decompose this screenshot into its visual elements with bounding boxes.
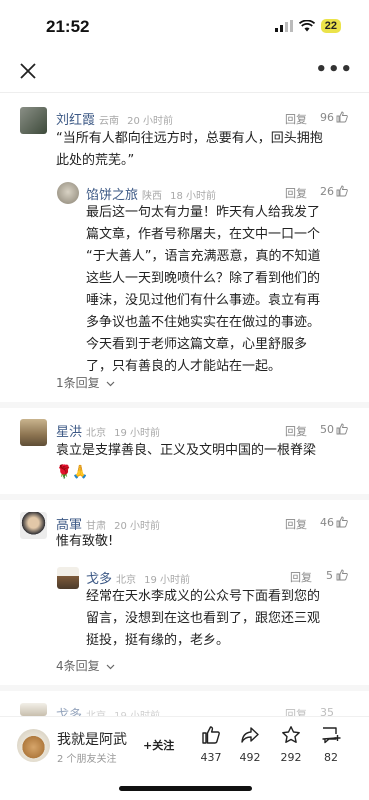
chevron-down-icon [107,664,115,669]
wifi-icon [298,20,315,32]
section-divider [0,494,369,500]
status-icons: 22 [274,19,341,33]
status-time: 21:52 [46,17,90,36]
like-count: 26 [320,185,334,198]
avatar[interactable] [20,512,47,539]
favorite-total: 292 [280,751,302,764]
battery-indicator: 22 [320,19,341,33]
reply-author[interactable]: 戈多 北京 19 小时前 [86,568,190,587]
top-divider [0,92,369,93]
thumbs-up-icon[interactable] [336,569,348,581]
like-count: 5 [326,569,333,582]
reply-button[interactable]: 回复 [285,516,307,532]
share-icon [241,727,259,743]
share-total: 492 [239,751,261,764]
author-avatar[interactable] [17,729,50,762]
share-action[interactable]: 492 [230,725,270,764]
reply-button[interactable]: 回复 [285,185,307,201]
comment-text: 惟有致敬! [56,534,114,549]
thumbs-up-icon [202,726,220,744]
more-options-button[interactable]: ••• [315,59,353,80]
reply-button[interactable]: 回复 [285,111,307,127]
avatar[interactable] [57,567,79,589]
section-divider [0,685,369,691]
chevron-down-icon [107,381,115,386]
thumbs-up-icon[interactable] [336,516,348,528]
expand-replies-button[interactable]: 1条回复 [56,374,115,391]
thumbs-up-icon[interactable] [336,111,348,123]
home-indicator[interactable] [119,786,252,791]
avatar[interactable] [20,107,47,134]
avatar[interactable] [20,419,47,446]
avatar[interactable] [57,182,79,204]
favorite-action[interactable]: 292 [271,725,311,764]
section-divider [0,402,369,408]
like-count: 46 [320,516,334,529]
reply-button[interactable]: 回复 [290,569,312,585]
author-followers: 2 个朋友关注 [57,754,117,765]
star-icon [282,726,300,743]
comment-author[interactable]: 刘红霞 云南 20 小时前 [56,109,173,128]
like-count: 50 [320,423,334,436]
comment-author[interactable]: 星洪 北京 19 小时前 [56,421,160,440]
like-total: 437 [200,751,222,764]
comment-add-icon [322,727,341,744]
top-bar: ••• [0,55,369,89]
expand-replies-button[interactable]: 4条回复 [56,657,115,674]
comment-text: 袁立是支撑善良、正义及文明中国的一根脊梁 🌹🙏 [56,443,317,480]
comment-action[interactable]: 82 [311,725,351,764]
thumbs-up-icon[interactable] [336,185,348,197]
status-bar: 21:52 22 [0,0,369,50]
author-name[interactable]: 我就是阿武 [57,729,127,749]
like-action[interactable]: 437 [191,725,231,764]
like-count: 96 [320,111,334,124]
close-icon[interactable] [17,60,39,82]
reply-author[interactable]: 馅饼之旅 陕西 18 小时前 [86,184,216,203]
follow-button[interactable]: +关注 [143,737,174,753]
reply-text: 经常在天水李成义的公众号下面看到您的 留言，没想到在这也看到了，跟您还三观 挺投… [86,589,321,648]
thumbs-up-icon[interactable] [336,423,348,435]
comment-text: “当所有人都向往远方时，总要有人，回头拥抱 此处的荒芜。” [56,131,323,168]
avatar[interactable] [20,703,47,716]
comment-total: 82 [324,751,338,764]
reply-text: 最后这一句太有力量！昨天有人给我发了 篇文章，作者号称屠夫，在文中一口一个 “于… [86,205,321,374]
reply-button[interactable]: 回复 [285,423,307,439]
signal-icon [274,20,293,32]
